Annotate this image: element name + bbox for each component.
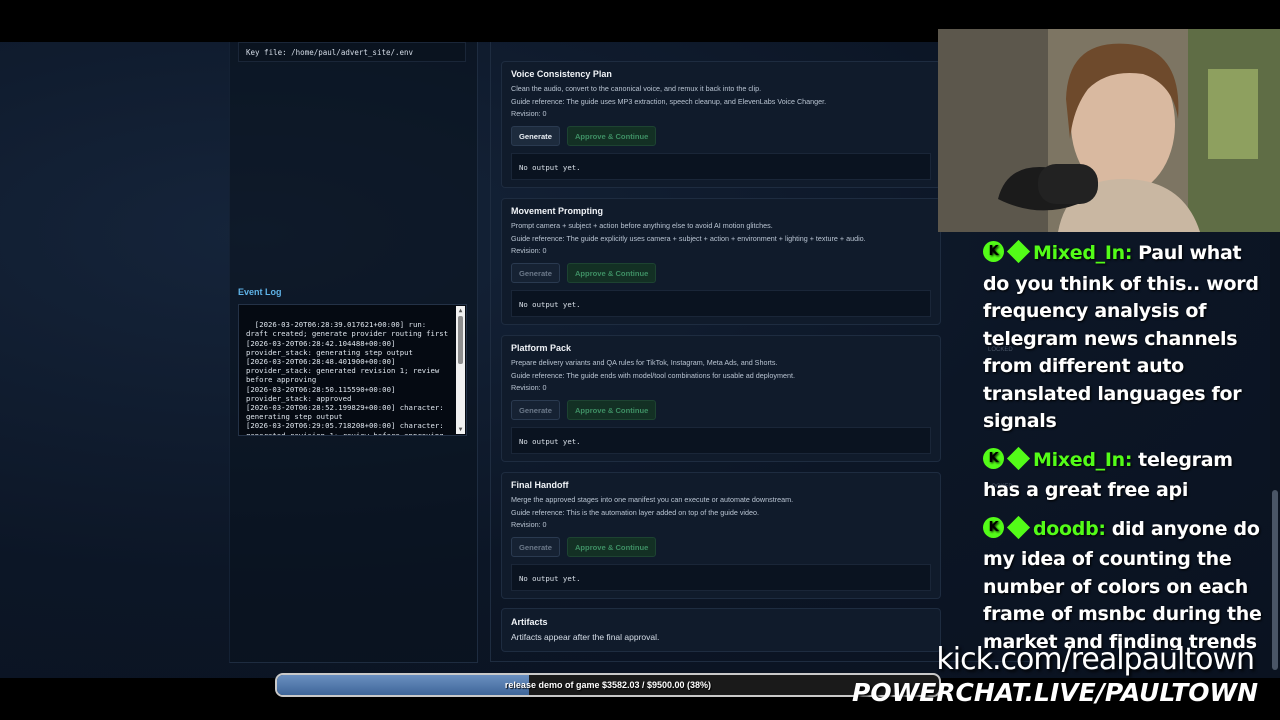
- kick-badge-icon: K: [983, 516, 1004, 538]
- approve-continue-button[interactable]: Approve & Continue: [566, 536, 657, 557]
- powerchat-url-text: POWERCHAT.LIVE/PAULTOWN: [852, 678, 1258, 707]
- stage-revision: Revision: 0: [511, 383, 547, 393]
- artifacts-card: Artifacts Artifacts appear after the fin…: [501, 608, 941, 652]
- approve-continue-button[interactable]: Approve & Continue: [566, 262, 657, 283]
- event-log-scrollbar[interactable]: ▲ ▼: [456, 306, 465, 434]
- stage-revision: Revision: 0: [511, 520, 547, 530]
- diamond-badge-icon: [1006, 446, 1031, 470]
- stage-output: No output yet.: [511, 152, 931, 180]
- chat-message: Kdoodb: did anyone do my idea of counting…: [983, 515, 1273, 650]
- key-file-path: Key file: /home/paul/advert_site/.env: [238, 42, 466, 62]
- stage-title: Final Handoff: [511, 480, 569, 490]
- stage-guide-reference: Guide reference: This is the automation …: [511, 507, 759, 517]
- webcam-image: [938, 29, 1280, 232]
- scroll-up-icon[interactable]: ▲: [456, 306, 465, 315]
- artifacts-title: Artifacts: [511, 617, 548, 627]
- chat-message: K Mixed_In: telegram has a great free api: [983, 446, 1273, 505]
- stage-title: Voice Consistency Plan: [511, 69, 612, 79]
- kick-badge-icon: K: [983, 241, 1004, 262]
- chat-username: Mixed_In:: [1033, 242, 1133, 264]
- page-scrollbar[interactable]: [1270, 232, 1280, 678]
- event-log-title: Event Log: [238, 287, 282, 297]
- stage-output: No output yet.: [511, 426, 931, 454]
- kick-url-text: kick.com/realpaultown: [936, 642, 1255, 677]
- stage-revision: Revision: 0: [511, 246, 547, 256]
- stage-revision: Revision: 0: [511, 109, 547, 119]
- generate-button[interactable]: Generate: [511, 262, 560, 283]
- stage-output: No output yet.: [511, 563, 931, 591]
- stage-card-movement-prompting: Movement Prompting Prompt camera + subje…: [501, 198, 941, 325]
- event-log-box[interactable]: [2026-03-20T06:28:39.017621+00:00] run: …: [238, 304, 467, 436]
- stage-description: Prompt camera + subject + action before …: [511, 221, 773, 230]
- chat-username: doodb:: [1033, 517, 1106, 540]
- generate-button[interactable]: Generate: [511, 125, 560, 146]
- diamond-badge-icon: [1006, 240, 1031, 264]
- stage-description: Clean the audio, convert to the canonica…: [511, 84, 762, 93]
- chat-text: Paul what do you think of this.. word fr…: [983, 242, 1259, 432]
- stage-card-final-handoff: Final Handoff Merge the approved stages …: [501, 472, 941, 599]
- donation-goal-bar: release demo of game $3582.03 / $9500.00…: [275, 673, 941, 697]
- approve-continue-button[interactable]: Approve & Continue: [566, 399, 657, 420]
- scroll-thumb[interactable]: [458, 316, 463, 364]
- chat-message: K Mixed_In: Paul what do you think of this…: [983, 240, 1273, 436]
- stage-card-platform-pack: Platform Pack Prepare delivery variants …: [501, 335, 941, 462]
- event-log-text: [2026-03-20T06:28:39.017621+00:00] run: …: [246, 320, 449, 436]
- stage-title: Movement Prompting: [511, 206, 604, 216]
- page-scroll-thumb[interactable]: [1272, 490, 1278, 670]
- approve-continue-button[interactable]: Approve & Continue: [566, 125, 657, 146]
- scroll-down-icon[interactable]: ▼: [456, 425, 465, 434]
- generate-button[interactable]: Generate: [511, 399, 560, 420]
- stage-title: Platform Pack: [511, 343, 572, 353]
- chat-username: Mixed_In:: [1033, 448, 1133, 471]
- artifacts-message: Artifacts appear after the final approva…: [511, 632, 660, 642]
- stage-description: Prepare delivery variants and QA rules f…: [511, 358, 778, 367]
- stream-chat-overlay: K Mixed_In: Paul what do you think of this…: [983, 240, 1273, 650]
- diamond-badge-icon: [1006, 515, 1031, 539]
- stage-guide-reference: Guide reference: The guide ends with mod…: [511, 370, 795, 380]
- generate-button[interactable]: Generate: [511, 536, 560, 557]
- kick-badge-icon: K: [983, 447, 1004, 469]
- stage-guide-reference: Guide reference: The guide explicitly us…: [511, 233, 866, 243]
- stage-guide-reference: Guide reference: The guide uses MP3 extr…: [511, 96, 827, 106]
- goal-text: release demo of game $3582.03 / $9500.00…: [504, 680, 712, 690]
- webcam-feed: [938, 29, 1280, 232]
- stage-card-voice-consistency: Voice Consistency Plan Clean the audio, …: [501, 61, 941, 188]
- stage-description: Merge the approved stages into one manif…: [511, 495, 794, 504]
- stage-output: No output yet.: [511, 289, 931, 317]
